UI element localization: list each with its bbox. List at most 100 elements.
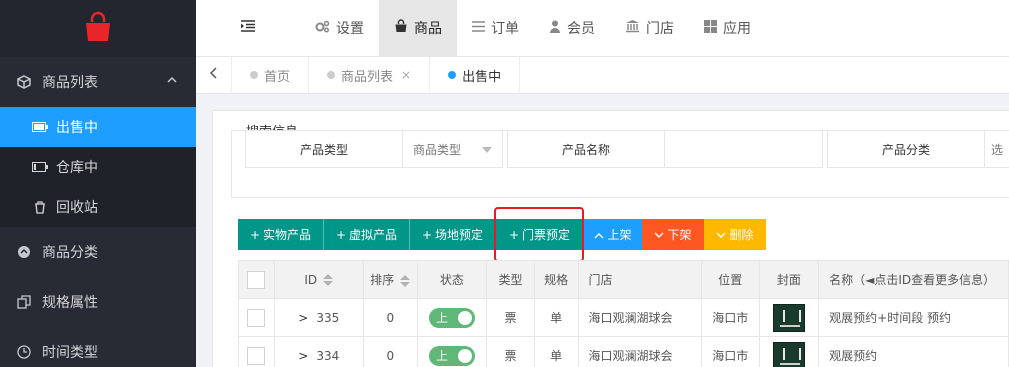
expand-icon[interactable]: > — [298, 311, 308, 325]
button-label: 上架 — [607, 228, 632, 242]
delete-button[interactable]: 删除 — [704, 219, 766, 250]
status-cell: 上 — [416, 298, 488, 337]
tab-product-list[interactable]: 商品列表 × — [309, 57, 431, 93]
add-virtual-product-button[interactable]: + 虚拟产品 — [324, 219, 410, 250]
spec-cell: 单 — [533, 298, 579, 337]
row-select-cell — [238, 298, 275, 337]
tab-dot — [327, 71, 336, 79]
expand-icon[interactable]: > — [298, 349, 308, 363]
sidebar-item-label: 回收站 — [56, 200, 98, 216]
add-physical-product-button[interactable]: + 实物产品 — [238, 219, 324, 250]
topnav-label: 应用 — [723, 21, 751, 37]
column-header-sort[interactable]: 排序 — [362, 260, 418, 299]
cover-image[interactable] — [772, 341, 805, 367]
toggle-knob — [457, 348, 472, 363]
tab-label: 出售中 — [462, 69, 502, 85]
sort-icon[interactable] — [323, 274, 334, 286]
toggle-knob — [457, 310, 472, 325]
chevron-down-icon — [716, 228, 726, 242]
product-type-select[interactable]: 商品类型 — [403, 130, 503, 168]
cube-icon — [16, 75, 32, 89]
clock-icon — [16, 345, 32, 359]
column-header-spec: 规格 — [533, 260, 579, 299]
chevron-down-icon — [654, 228, 664, 242]
id-cell[interactable]: >334 — [273, 336, 364, 367]
plus-icon: + — [249, 227, 261, 242]
list-on-shelf-button[interactable]: 上架 — [584, 219, 642, 250]
battery-empty-icon — [32, 162, 48, 172]
page-tabs: 首页 商品列表 × 出售中 — [196, 57, 1009, 94]
type-cell: 票 — [486, 298, 535, 337]
row-id[interactable]: 334 — [316, 349, 339, 363]
tab-home[interactable]: 首页 — [232, 57, 310, 93]
remove-from-shelf-button[interactable]: 下架 — [642, 219, 704, 250]
column-header-type: 类型 — [486, 260, 535, 299]
status-toggle[interactable]: 上 — [428, 307, 475, 328]
bank-icon — [625, 19, 640, 37]
status-toggle-label: 上 — [435, 311, 448, 325]
search-field-label: 产品分类 — [827, 130, 985, 168]
sidebar-item-label: 出售中 — [56, 120, 98, 136]
sidebar-item-recycle-bin[interactable]: 回收站 — [0, 187, 196, 227]
chevron-left-icon — [209, 67, 218, 83]
add-ticket-booking-button[interactable]: + 门票预定 — [496, 219, 584, 250]
cover-cell — [758, 298, 820, 337]
column-header-status: 状态 — [416, 260, 488, 299]
sidebar-group-time-types[interactable]: 时间类型 — [0, 327, 196, 367]
row-checkbox[interactable] — [247, 346, 266, 365]
add-venue-booking-button[interactable]: + 场地预定 — [410, 219, 496, 250]
topnav-products[interactable]: 商品 — [379, 0, 457, 57]
sidebar-group-product-list[interactable]: 商品列表 — [0, 57, 196, 107]
column-header-location: 位置 — [701, 260, 760, 299]
type-cell: 票 — [486, 336, 535, 367]
tabs-back-button[interactable] — [196, 57, 232, 93]
sort-icon[interactable] — [400, 274, 411, 287]
column-header-id[interactable]: ID — [273, 260, 364, 299]
spec-cell: 单 — [533, 336, 579, 367]
logo[interactable] — [0, 0, 196, 57]
sidebar-item-warehouse[interactable]: 仓库中 — [0, 147, 196, 187]
tab-label: 首页 — [264, 69, 291, 85]
shopping-bag-icon — [81, 10, 115, 48]
sidebar-group-label: 时间类型 — [42, 345, 98, 361]
tab-dot — [250, 71, 258, 79]
cogs-icon — [315, 20, 330, 37]
chevron-up-icon — [594, 228, 604, 242]
product-category-select[interactable]: 选 — [985, 130, 1009, 168]
topnav-orders[interactable]: 订单 — [457, 0, 534, 57]
product-name-input[interactable] — [665, 130, 823, 168]
close-icon[interactable]: × — [401, 68, 411, 82]
name-cell: 观展预约+时间段 预约 — [818, 298, 1009, 337]
select-all-checkbox[interactable] — [247, 270, 266, 289]
tab-on-sale[interactable]: 出售中 — [430, 57, 521, 93]
sidebar-toggle-button[interactable] — [196, 0, 300, 57]
button-label: 门票预定 — [522, 228, 571, 242]
row-checkbox[interactable] — [247, 308, 266, 327]
status-cell: 上 — [416, 336, 488, 367]
copy-icon — [16, 295, 32, 309]
trash-icon — [32, 200, 48, 214]
button-label: 删除 — [729, 228, 754, 242]
sidebar-group-specs[interactable]: 规格属性 — [0, 277, 196, 327]
sidebar-group-categories[interactable]: 商品分类 — [0, 227, 196, 277]
id-cell[interactable]: >335 — [273, 298, 364, 337]
column-header-cover: 封面 — [758, 260, 820, 299]
status-toggle-label: 上 — [435, 349, 448, 363]
topnav-apps[interactable]: 应用 — [689, 0, 766, 57]
location-cell: 海口市 — [701, 336, 760, 367]
topnav-settings[interactable]: 设置 — [300, 0, 379, 57]
column-header-store: 门店 — [577, 260, 702, 299]
search-field-label: 产品类型 — [245, 130, 403, 168]
topnav-members[interactable]: 会员 — [534, 0, 610, 57]
name-cell: 观展预约 — [818, 336, 1009, 367]
topnav-stores[interactable]: 门店 — [610, 0, 689, 57]
indent-icon — [240, 20, 256, 36]
sidebar-item-on-sale[interactable]: 出售中 — [0, 107, 196, 147]
topnav-label: 设置 — [336, 21, 364, 37]
main-content: 搜索信息 产品类型 商品类型 产品名称 产品分类 选 +实物产品 +虚拟产品 +… — [212, 110, 1009, 367]
battery-full-icon — [32, 122, 48, 132]
row-id[interactable]: 335 — [316, 311, 339, 325]
status-toggle[interactable]: 上 — [428, 345, 475, 366]
cover-image[interactable] — [772, 303, 805, 332]
button-label: 实物产品 — [263, 228, 312, 242]
